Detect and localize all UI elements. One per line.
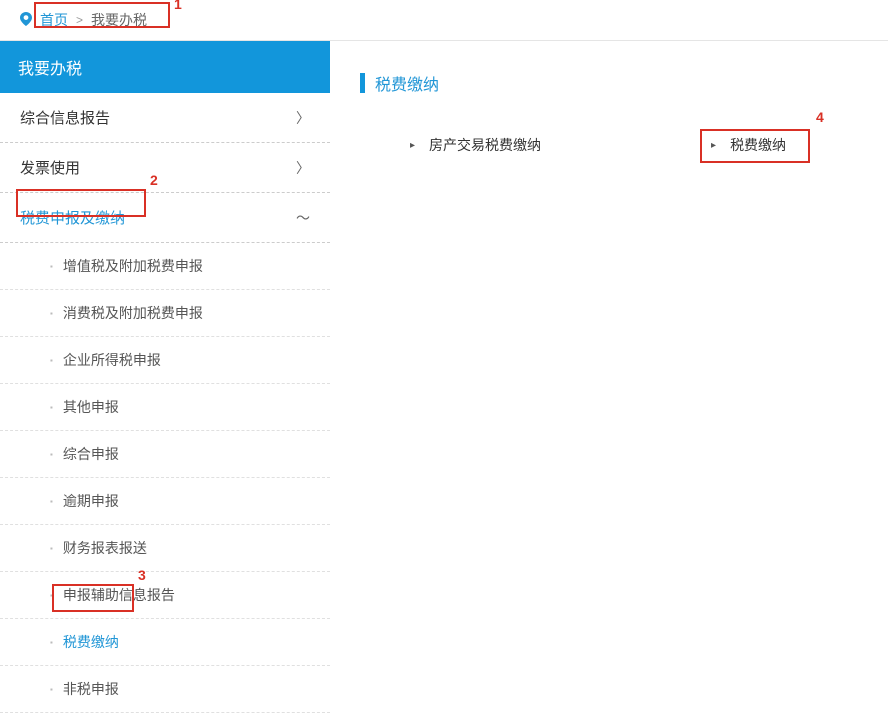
section-bar-icon [360, 73, 365, 93]
sidebar: 我要办税 综合信息报告 〉 发票使用 〉 税费申报及缴纳 〜 增值税及附加税费申… [0, 41, 330, 713]
main-content: 税费缴纳 ▸ 房产交易税费缴纳 ▸ 税费缴纳 4 [330, 41, 888, 713]
breadcrumb-home[interactable]: 首页 [40, 10, 68, 30]
sidebar-item-label: 税费申报及缴纳 [20, 207, 125, 228]
sub-item-declare-assist[interactable]: 申报辅助信息报告 [0, 572, 330, 619]
chevron-right-icon: 〉 [296, 158, 310, 178]
arrow-icon: ▸ [711, 140, 716, 151]
breadcrumb-separator: > [76, 13, 83, 27]
arrow-icon: ▸ [410, 140, 415, 151]
sub-item-financial-report[interactable]: 财务报表报送 [0, 525, 330, 572]
sub-item-other-declare[interactable]: 其他申报 [0, 384, 330, 431]
sub-item-tax-payment[interactable]: 税费缴纳 [0, 619, 330, 666]
link-label: 税费缴纳 [730, 135, 786, 155]
annotation-label-1: 1 [174, 0, 182, 12]
sub-item-nontax-declare[interactable]: 非税申报 [0, 666, 330, 713]
sub-item-combined-declare[interactable]: 综合申报 [0, 431, 330, 478]
sidebar-item-invoice[interactable]: 发票使用 〉 [0, 143, 330, 193]
chevron-right-icon: 〉 [296, 108, 310, 128]
sidebar-item-info-report[interactable]: 综合信息报告 〉 [0, 93, 330, 143]
sidebar-header: 我要办税 [0, 41, 330, 93]
annotation-label-4: 4 [816, 109, 824, 125]
sidebar-item-label: 发票使用 [20, 157, 80, 178]
annotation-label-2: 2 [150, 172, 158, 188]
sidebar-item-tax-declare[interactable]: 税费申报及缴纳 〜 [0, 193, 330, 243]
breadcrumb-current: 我要办税 [91, 10, 147, 30]
link-realestate-tax-payment[interactable]: ▸ 房产交易税费缴纳 [410, 135, 541, 155]
sub-item-vat[interactable]: 增值税及附加税费申报 [0, 243, 330, 290]
location-icon [20, 12, 32, 29]
link-label: 房产交易税费缴纳 [429, 135, 541, 155]
breadcrumb: 首页 > 我要办税 1 [0, 0, 888, 41]
section-title: 税费缴纳 [360, 71, 858, 95]
annotation-label-3: 3 [138, 567, 146, 583]
sidebar-item-label: 综合信息报告 [20, 107, 110, 128]
sub-item-corporate-tax[interactable]: 企业所得税申报 [0, 337, 330, 384]
sub-item-consumption-tax[interactable]: 消费税及附加税费申报 [0, 290, 330, 337]
link-tax-payment[interactable]: ▸ 税费缴纳 [711, 135, 786, 155]
chevron-down-icon: 〜 [296, 208, 310, 228]
section-title-text: 税费缴纳 [375, 71, 439, 95]
sub-item-overdue-declare[interactable]: 逾期申报 [0, 478, 330, 525]
